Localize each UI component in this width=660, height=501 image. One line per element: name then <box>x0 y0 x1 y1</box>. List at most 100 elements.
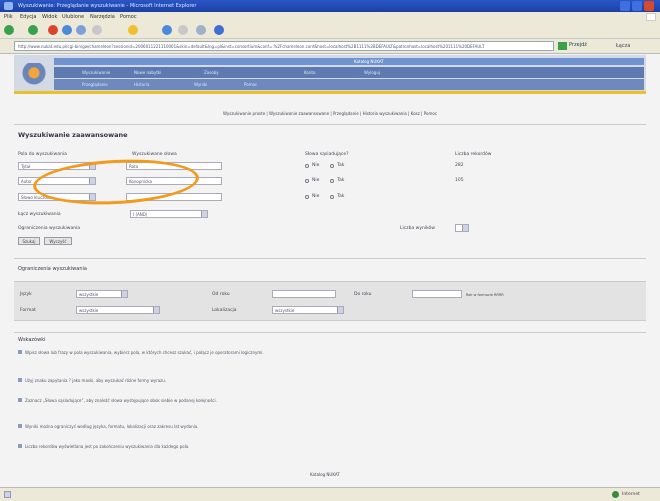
col-adjacent-header: Słowa sąsiadujące? <box>305 152 349 157</box>
go-arrow-icon[interactable] <box>558 42 567 50</box>
forward-icon[interactable] <box>28 25 38 35</box>
year-from-label: Od roku <box>212 292 230 297</box>
adjacent-yes-label-2: Tak <box>337 178 345 183</box>
format-label: Format <box>20 308 36 313</box>
edit-icon[interactable] <box>214 25 224 35</box>
limit-label: Ograniczenia wyszukiwania <box>18 226 81 231</box>
maximize-button[interactable] <box>632 1 642 11</box>
print-icon[interactable] <box>196 25 206 35</box>
bool-label: Łącz wyszukiwania <box>18 212 61 217</box>
sub-navigation[interactable]: Wyszukiwanie proste | Wyszukiwanie zaawa… <box>14 111 646 116</box>
col-count-header: Liczba rekordów <box>455 152 492 157</box>
stop-icon[interactable] <box>48 25 58 35</box>
adjacent-no-label-3: Nie <box>312 194 320 199</box>
banner-text: Katalog NUKAT <box>354 59 384 64</box>
menu-view[interactable]: Widok <box>42 14 57 20</box>
adjacent-no-radio-3[interactable] <box>330 195 334 199</box>
adjacent-yes-label-3: Tak <box>337 194 345 199</box>
nav-holdings[interactable]: Zasoby <box>204 70 219 75</box>
location-label: Lokalizacja <box>212 308 237 313</box>
year-hint: Rok w formacie RRRR <box>466 293 504 297</box>
adjacent-yes-radio-2[interactable] <box>305 179 309 183</box>
menu-bar: Plik Edycja Widok Ulubione Narzędzia Pom… <box>0 12 660 22</box>
nav-row-1: Wyszukiwanie Nowe nabytki Zasoby Konto W… <box>54 67 644 78</box>
menu-file[interactable]: Plik <box>4 14 13 20</box>
bool-select[interactable]: I (AND) <box>130 210 208 218</box>
refresh-icon[interactable] <box>62 25 72 35</box>
chevron-down-icon <box>201 211 207 217</box>
header-banner: Katalog NUKAT <box>54 58 644 65</box>
back-icon[interactable] <box>4 25 14 35</box>
results-count-select[interactable] <box>455 224 469 232</box>
nav-results[interactable]: Wyniki <box>194 82 207 87</box>
adjacent-no-label-2: Nie <box>312 178 320 183</box>
help-item: Zaznacz „Słowa sąsiadujące”, aby znaleźć… <box>18 398 638 404</box>
help-item: Wpisz słowa lub frazy w pola wyszukiwani… <box>18 350 638 356</box>
window-title: Wyszukiwanie: Przeglądanie wyszukiwanie … <box>18 3 197 9</box>
adjacent-yes-radio-1[interactable] <box>305 164 309 168</box>
nav-new[interactable]: Nowe nabytki <box>134 70 161 75</box>
help-title: Wskazówki <box>18 337 46 343</box>
adjacent-no-label-1: Nie <box>312 163 320 168</box>
menu-tools[interactable]: Narzędzia <box>90 14 115 20</box>
nav-logout[interactable]: Wyloguj <box>364 70 380 75</box>
col-terms-header: Wyszukiwane słowa <box>132 152 177 157</box>
address-bar: http://www.nukat.edu.pl/cgi-bin/gw/chame… <box>0 39 660 54</box>
lang-select[interactable]: wszystkie <box>76 290 128 298</box>
nav-help[interactable]: Pomoc <box>244 82 257 87</box>
filters-title: Ograniczenia wyszukiwania <box>18 266 87 272</box>
help-item: Użyj znaku zapytania ? jako maski, aby w… <box>18 378 638 384</box>
go-button[interactable]: Przejdź <box>569 42 595 50</box>
nav-account[interactable]: Konto <box>304 70 315 75</box>
menu-edit[interactable]: Edycja <box>20 14 37 20</box>
page-icon <box>4 491 11 498</box>
year-from-input[interactable] <box>272 290 336 298</box>
limit-right-label: Liczba wyników <box>400 226 435 231</box>
browser-toolbar <box>0 22 660 39</box>
record-count-2: 105 <box>455 178 464 183</box>
minimize-button[interactable] <box>620 1 630 11</box>
adjacent-yes-label-1: Tak <box>337 163 345 168</box>
nav-history[interactable]: Historia <box>134 82 149 87</box>
record-count-1: 282 <box>455 163 464 168</box>
chevron-down-icon <box>121 291 127 297</box>
globe-icon <box>612 491 619 498</box>
help-item: Liczba rekordów wyświetlana jest po zako… <box>18 444 638 450</box>
page-title: Wyszukiwanie zaawansowane <box>18 131 128 139</box>
menu-help[interactable]: Pomoc <box>120 14 137 20</box>
chevron-down-icon <box>462 225 468 231</box>
nav-search[interactable]: Wyszukiwanie <box>82 70 110 75</box>
page-footer: Katalog NUKAT <box>310 472 340 477</box>
home-icon[interactable] <box>76 25 86 35</box>
adjacent-no-radio-1[interactable] <box>330 164 334 168</box>
submit-button[interactable]: Szukaj <box>18 237 40 245</box>
chevron-down-icon <box>153 307 159 313</box>
divider <box>14 258 646 259</box>
mail-icon[interactable] <box>178 25 188 35</box>
location-select[interactable]: wszystkie <box>272 306 344 314</box>
reset-button[interactable]: Wyczyść <box>44 237 72 245</box>
favorites-icon[interactable] <box>128 25 138 35</box>
help-item: Wyniki można ograniczyć według języka, f… <box>18 424 638 430</box>
window-titlebar: Wyszukiwanie: Przeglądanie wyszukiwanie … <box>0 0 660 12</box>
status-bar: Internet <box>0 487 660 501</box>
year-to-input[interactable] <box>412 290 462 298</box>
menu-favorites[interactable]: Ulubione <box>62 14 84 20</box>
nav-browse[interactable]: Przeglądanie <box>82 82 108 87</box>
adjacent-no-radio-2[interactable] <box>330 179 334 183</box>
lang-label: Język <box>20 292 32 297</box>
site-header: Katalog NUKAT Wyszukiwanie Nowe nabytki … <box>14 55 646 94</box>
nav-row-2: Przeglądanie Historia Wyniki Pomoc <box>54 79 644 90</box>
adjacent-yes-radio-3[interactable] <box>305 195 309 199</box>
divider <box>14 332 646 333</box>
filters-box: Język wszystkie Od roku Do roku Rok w fo… <box>14 281 646 321</box>
format-select[interactable]: wszystkie <box>76 306 160 314</box>
search-icon[interactable] <box>92 25 102 35</box>
ie-logo-icon <box>4 2 13 10</box>
close-button[interactable] <box>644 1 654 11</box>
zone-label: Internet <box>622 492 640 497</box>
links-label[interactable]: Łącza <box>616 43 630 49</box>
history-icon[interactable] <box>162 25 172 35</box>
chevron-down-icon <box>337 307 343 313</box>
url-input[interactable]: http://www.nukat.edu.pl/cgi-bin/gw/chame… <box>14 41 554 51</box>
